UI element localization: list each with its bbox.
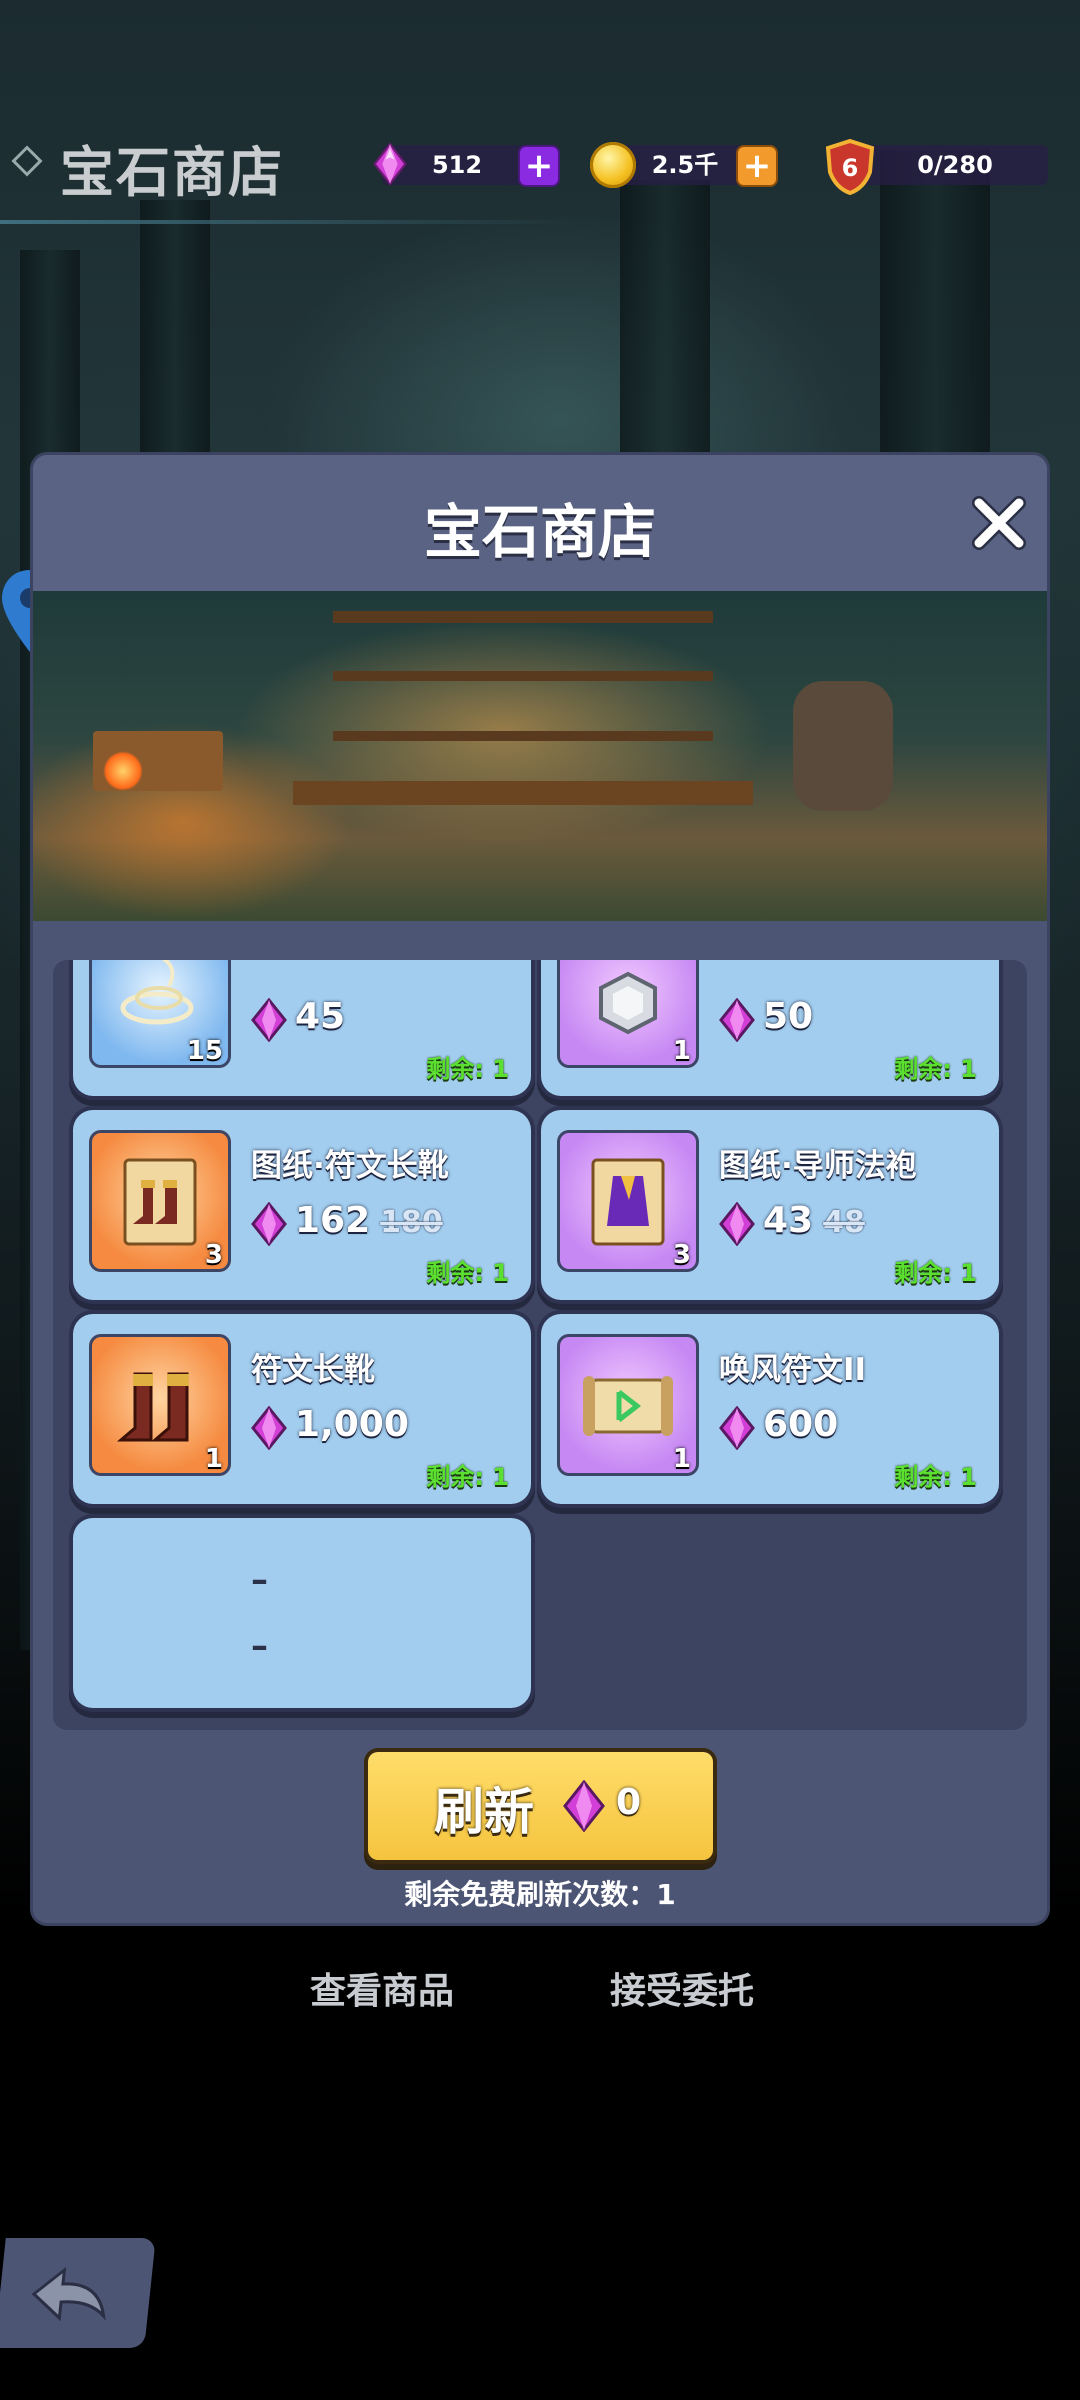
shop-item-card[interactable]: 1 50 剩余: 1 [541,960,999,1096]
back-arrow-icon [31,2266,106,2322]
add-coins-button[interactable]: + [738,147,776,185]
capacity-count: 0/280 [917,151,993,179]
gem-icon [251,998,287,1042]
modal-title: 宝石商店 [423,498,656,566]
item-name: 图纸·导师法袍 [719,1148,917,1184]
page-title: 宝石商店 [60,141,284,204]
item-remaining: 剩余: 1 [426,1259,509,1287]
gem-icon [251,1202,287,1246]
empty-slot-line: – [251,1626,268,1666]
item-remaining: 剩余: 1 [426,1055,509,1083]
item-remaining: 剩余: 1 [894,1055,977,1083]
svg-text:6: 6 [842,154,859,182]
silver-ore-icon: 1 [557,960,699,1068]
gem-icon [719,998,755,1042]
empty-slot-line: – [251,1560,268,1600]
close-icon[interactable] [971,495,1027,551]
item-price: 45 [295,996,346,1037]
item-original-price: 48 [823,1205,865,1240]
level-shield-icon: 6 [825,138,875,196]
item-name: 唤风符文II [719,1352,867,1388]
item-quantity: 3 [672,1240,691,1270]
item-remaining: 剩余: 1 [426,1463,509,1491]
item-quantity: 3 [204,1240,223,1270]
refresh-label: 刷新 [434,1783,534,1841]
shop-banner-image [33,591,1047,921]
item-remaining: 剩余: 1 [894,1463,977,1491]
gem-icon [251,1406,287,1450]
gem-icon [563,1780,605,1832]
view-goods-label[interactable]: 查看商品 [310,1962,454,2014]
title-underline [0,220,580,224]
add-gems-button[interactable]: + [520,147,558,185]
item-price: 600 [763,1404,839,1445]
robe-blueprint-icon: 3 [557,1130,699,1272]
boots-icon: 1 [89,1334,231,1476]
rune-scroll-icon: 1 [557,1334,699,1476]
accept-commission-label[interactable]: 接受委托 [610,1962,754,2014]
gem-count: 512 [431,151,483,179]
shop-item-card[interactable]: 1 唤风符文II 600 剩余: 1 [541,1314,999,1504]
item-price: 50 [763,996,814,1037]
shop-item-card[interactable]: 15 45 剩余: 1 [73,960,531,1096]
shop-item-list[interactable]: 15 45 剩余: 1 1 50 剩余: 1 3 图纸·符文长靴 162 180… [53,960,1027,1730]
gem-icon [719,1202,755,1246]
coin-count: 2.5千 [651,151,719,179]
top-bar: 宝石商店 512 + 2.5千 + 0/280 6 [0,0,1080,230]
item-quantity: 1 [672,1036,691,1066]
empty-shop-slot: – – [73,1518,531,1708]
item-quantity: 1 [204,1444,223,1474]
item-original-price: 180 [380,1205,443,1240]
refresh-cost: 0 [616,1782,642,1823]
coin-icon [590,142,636,188]
item-remaining: 剩余: 1 [894,1259,977,1287]
free-refresh-count: 剩余免费刷新次数：1 [404,1878,676,1911]
modal-header: 宝石商店 [33,455,1047,591]
shop-item-card[interactable]: 1 符文长靴 1,000 剩余: 1 [73,1314,531,1504]
item-price: 162 180 [295,1200,443,1241]
item-name: 符文长靴 [251,1352,375,1388]
item-name: 图纸·符文长靴 [251,1148,449,1184]
gem-icon [719,1406,755,1450]
gem-shop-modal: 宝石商店 15 45 剩余: 1 1 50 剩余: 1 3 图纸·符文长靴 16… [33,455,1047,1923]
refresh-button[interactable]: 刷新 0 [368,1752,713,1860]
item-quantity: 1 [672,1444,691,1474]
rope-icon: 15 [89,960,231,1068]
item-price: 43 48 [763,1200,865,1241]
gem-icon [373,142,407,186]
bottom-dark-area [0,1920,1080,2400]
item-price: 1,000 [295,1404,409,1445]
item-quantity: 15 [186,1036,223,1066]
back-button[interactable] [0,2238,156,2348]
boots-blueprint-icon: 3 [89,1130,231,1272]
shop-item-card[interactable]: 3 图纸·符文长靴 162 180 剩余: 1 [73,1110,531,1300]
diamond-icon [11,145,43,177]
shop-item-card[interactable]: 3 图纸·导师法袍 43 48 剩余: 1 [541,1110,999,1300]
